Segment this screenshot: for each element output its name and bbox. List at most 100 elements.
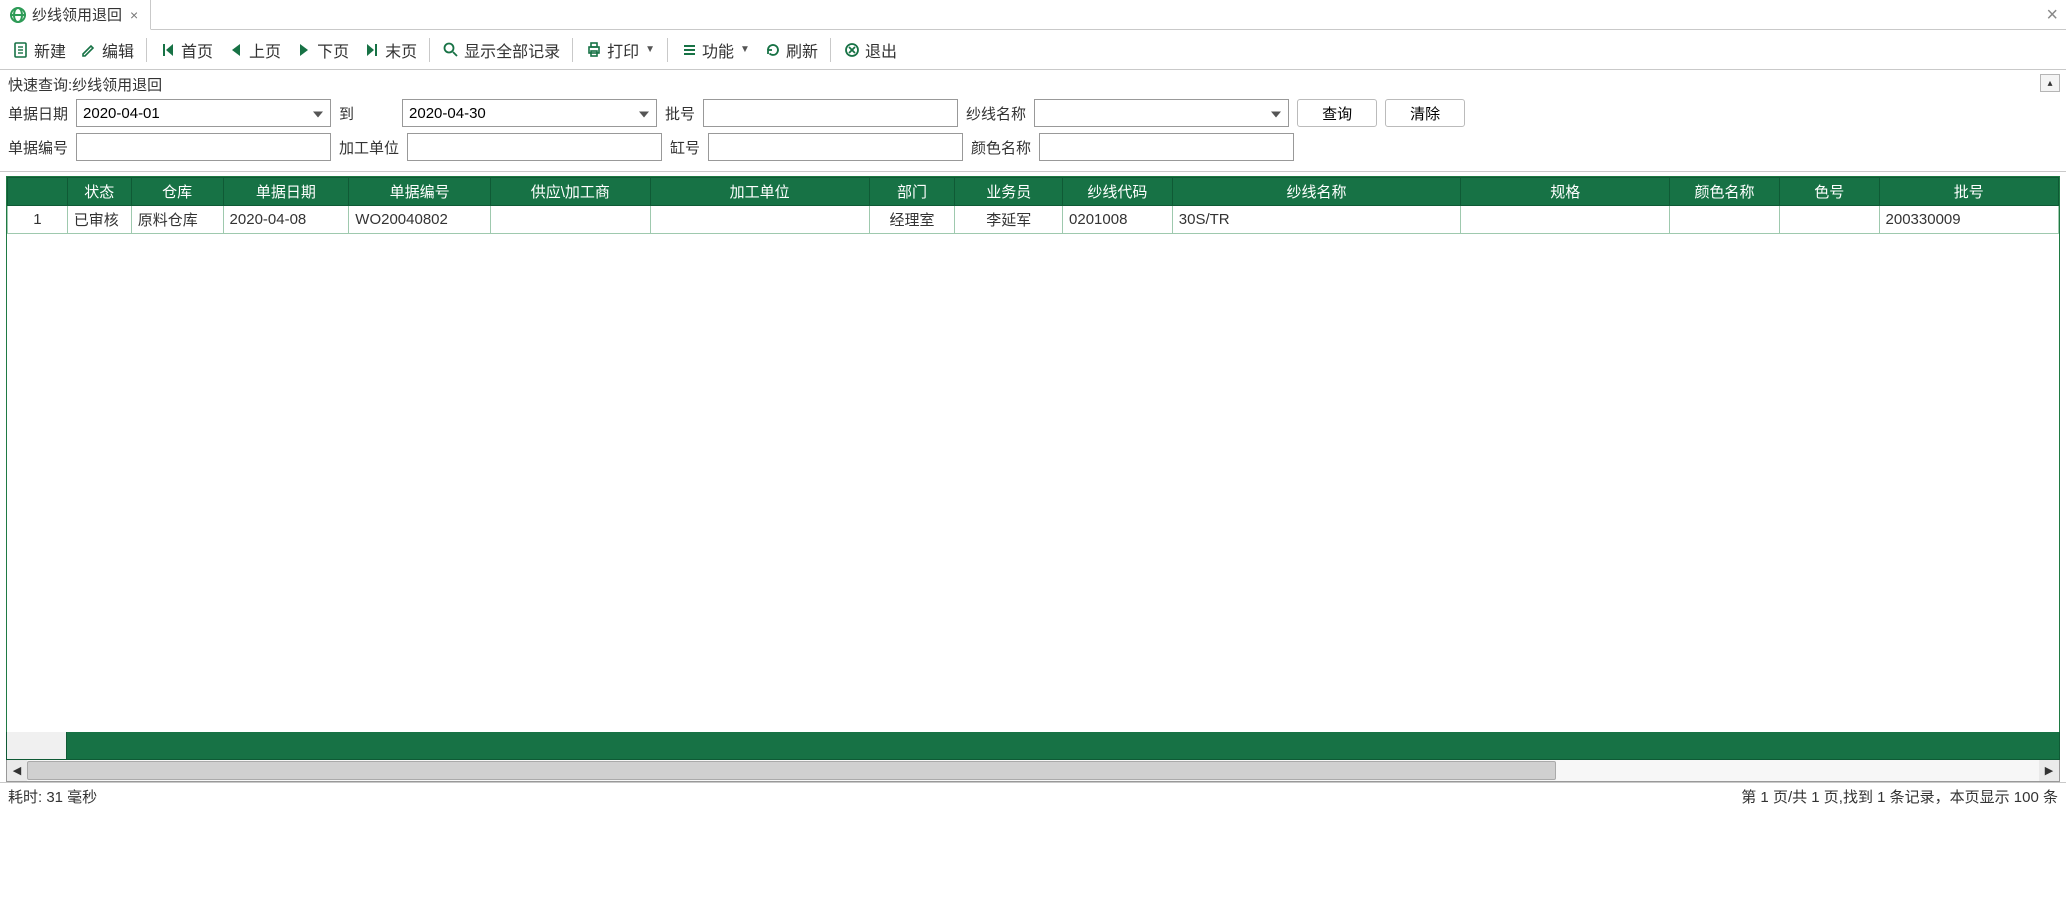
date-from-input[interactable] [76, 99, 331, 127]
grid-container: 状态 仓库 单据日期 单据编号 供应\加工商 加工单位 部门 业务员 纱线代码 … [0, 172, 2066, 782]
first-icon [159, 41, 177, 59]
chevron-down-icon: ▼ [740, 44, 750, 55]
separator [572, 38, 573, 62]
cell-yarncode: 0201008 [1063, 206, 1173, 234]
col-yarncode[interactable]: 纱线代码 [1063, 178, 1173, 206]
next-page-button[interactable]: 下页 [289, 35, 355, 65]
next-icon [295, 41, 313, 59]
col-rownum[interactable] [8, 178, 68, 206]
col-docdate[interactable]: 单据日期 [223, 178, 349, 206]
prev-label: 上页 [249, 38, 281, 62]
horizontal-scrollbar[interactable]: ◀ ▶ [6, 760, 2060, 782]
vatno-input[interactable] [708, 133, 963, 161]
col-colorno[interactable]: 色号 [1779, 178, 1879, 206]
col-salesman[interactable]: 业务员 [955, 178, 1063, 206]
scroll-right-button[interactable]: ▶ [2039, 760, 2059, 781]
print-label: 打印 [607, 38, 639, 62]
col-status[interactable]: 状态 [67, 178, 131, 206]
print-button[interactable]: 打印 ▼ [579, 35, 661, 65]
cell-status: 已审核 [67, 206, 131, 234]
new-icon [12, 41, 30, 59]
cell-colorno [1779, 206, 1879, 234]
clear-button[interactable]: 清除 [1385, 99, 1465, 127]
collapse-button[interactable]: ▴ [2040, 74, 2060, 92]
show-all-label: 显示全部记录 [464, 38, 560, 62]
last-page-button[interactable]: 末页 [357, 35, 423, 65]
search-icon [442, 41, 460, 59]
cell-spec [1461, 206, 1670, 234]
window-close-icon[interactable]: × [2046, 4, 2058, 27]
data-grid: 状态 仓库 单据日期 单据编号 供应\加工商 加工单位 部门 业务员 纱线代码 … [7, 177, 2059, 234]
colorname-label: 颜色名称 [971, 137, 1031, 158]
col-procunit[interactable]: 加工单位 [650, 178, 869, 206]
first-page-button[interactable]: 首页 [153, 35, 219, 65]
col-supplier[interactable]: 供应\加工商 [491, 178, 651, 206]
scroll-track[interactable] [27, 760, 2039, 781]
separator [667, 38, 668, 62]
exit-icon [843, 41, 861, 59]
col-batch[interactable]: 批号 [1879, 178, 2058, 206]
close-icon[interactable]: × [128, 7, 140, 23]
separator [830, 38, 831, 62]
cell-warehouse: 原料仓库 [131, 206, 223, 234]
vatno-label: 缸号 [670, 137, 700, 158]
new-label: 新建 [34, 38, 66, 62]
yarnname-input[interactable] [1034, 99, 1289, 127]
docno-input[interactable] [76, 133, 331, 161]
refresh-button[interactable]: 刷新 [758, 35, 824, 65]
quick-query-panel: 快速查询:纱线领用退回 ▴ 单据日期 到 批号 纱线名称 查询 清除 单据编号 … [0, 70, 2066, 172]
prev-icon [227, 41, 245, 59]
last-icon [363, 41, 381, 59]
exit-label: 退出 [865, 38, 897, 62]
col-colorname[interactable]: 颜色名称 [1670, 178, 1780, 206]
colorname-input[interactable] [1039, 133, 1294, 161]
cell-salesman: 李延军 [955, 206, 1063, 234]
globe-icon [10, 7, 26, 23]
grid-footer [6, 732, 2060, 760]
separator [429, 38, 430, 62]
status-pagination: 第 1 页/共 1 页,找到 1 条记录，本页显示 100 条 [1741, 786, 2058, 807]
yarnname-label: 纱线名称 [966, 103, 1026, 124]
procunit-input[interactable] [407, 133, 662, 161]
prev-page-button[interactable]: 上页 [221, 35, 287, 65]
list-icon [680, 41, 698, 59]
docno-label: 单据编号 [8, 137, 68, 158]
chevron-up-icon: ▴ [2047, 78, 2052, 89]
function-label: 功能 [702, 38, 734, 62]
cell-supplier [491, 206, 651, 234]
scroll-thumb[interactable] [27, 761, 1556, 780]
quick-query-title: 快速查询:纱线领用退回 [8, 74, 2058, 95]
col-warehouse[interactable]: 仓库 [131, 178, 223, 206]
exit-button[interactable]: 退出 [837, 35, 903, 65]
table-row[interactable]: 1 已审核 原料仓库 2020-04-08 WO20040802 经理室 李延军… [8, 206, 2059, 234]
to-label: 到 [339, 103, 354, 124]
procunit-label: 加工单位 [339, 137, 399, 158]
batch-input[interactable] [703, 99, 958, 127]
date-to-input[interactable] [402, 99, 657, 127]
show-all-button[interactable]: 显示全部记录 [436, 35, 566, 65]
cell-docno: WO20040802 [349, 206, 491, 234]
status-bar: 耗时: 31 毫秒 第 1 页/共 1 页,找到 1 条记录，本页显示 100 … [0, 782, 2066, 810]
search-button[interactable]: 查询 [1297, 99, 1377, 127]
col-yarnname[interactable]: 纱线名称 [1172, 178, 1461, 206]
cell-docdate: 2020-04-08 [223, 206, 349, 234]
grid-header-row: 状态 仓库 单据日期 单据编号 供应\加工商 加工单位 部门 业务员 纱线代码 … [8, 178, 2059, 206]
cell-colorname [1670, 206, 1780, 234]
toolbar: 新建 编辑 首页 上页 下页 末页 显示全部记录 打印 ▼ 功能 ▼ 刷新 [0, 30, 2066, 70]
cell-yarnname: 30S/TR [1172, 206, 1461, 234]
cell-dept: 经理室 [869, 206, 955, 234]
next-label: 下页 [317, 38, 349, 62]
function-button[interactable]: 功能 ▼ [674, 35, 756, 65]
grid-scroll[interactable]: 状态 仓库 单据日期 单据编号 供应\加工商 加工单位 部门 业务员 纱线代码 … [6, 176, 2060, 732]
new-button[interactable]: 新建 [6, 35, 72, 65]
date-label: 单据日期 [8, 103, 68, 124]
col-docno[interactable]: 单据编号 [349, 178, 491, 206]
tab-title: 纱线领用退回 [32, 4, 122, 25]
scroll-left-button[interactable]: ◀ [7, 760, 27, 781]
grid-footer-rownum [7, 732, 67, 759]
col-dept[interactable]: 部门 [869, 178, 955, 206]
col-spec[interactable]: 规格 [1461, 178, 1670, 206]
edit-button[interactable]: 编辑 [74, 35, 140, 65]
tab-yarn-return[interactable]: 纱线领用退回 × [0, 0, 151, 30]
tab-bar: 纱线领用退回 × × [0, 0, 2066, 30]
